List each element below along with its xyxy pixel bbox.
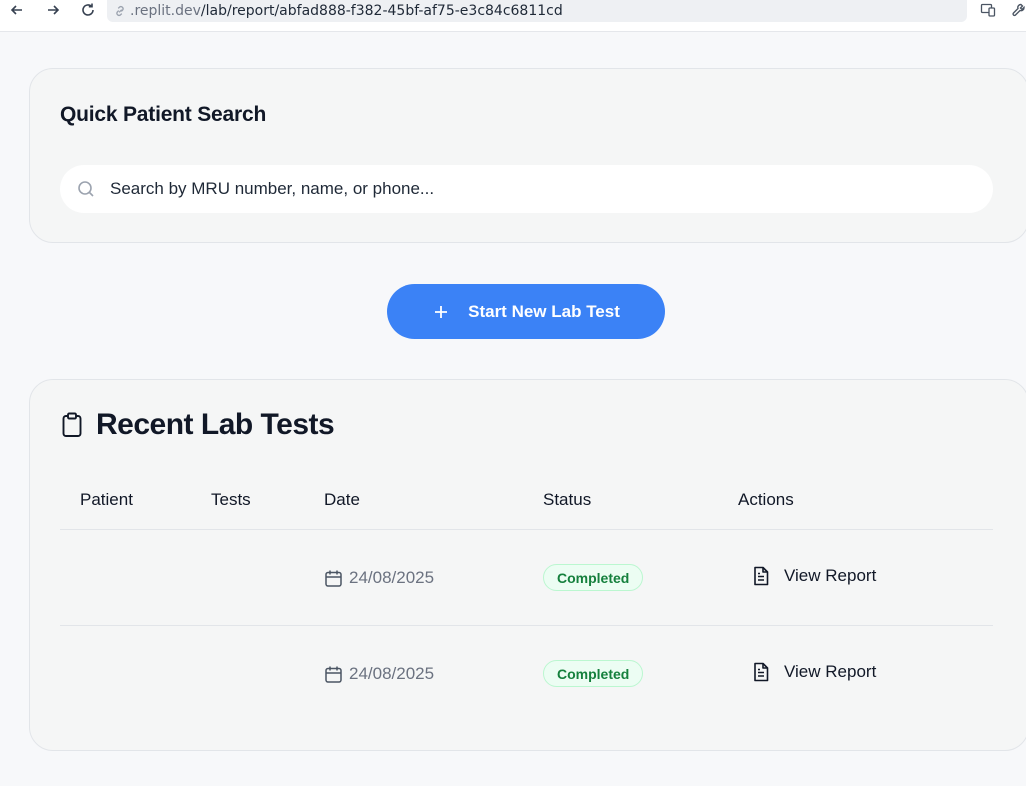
file-text-icon (754, 566, 769, 586)
browser-toolbar: .replit.dev/lab/report/abfad888-f382-45b… (0, 0, 1026, 32)
view-report-label: View Report (784, 662, 877, 681)
table-header: Patient Tests Date Status Actions (60, 476, 993, 530)
quick-search-card: Quick Patient Search (29, 68, 1026, 243)
recent-lab-tests-heading: Recent Lab Tests (60, 408, 335, 442)
view-report-label: View Report (784, 566, 877, 585)
status-badge: Completed (543, 660, 644, 687)
row-date: 24/08/2025 (324, 664, 434, 684)
row-date-text: 24/08/2025 (349, 568, 435, 587)
quick-search-title: Quick Patient Search (60, 103, 267, 126)
start-new-lab-test-label: Start New Lab Test (468, 301, 620, 321)
link-icon (116, 6, 124, 16)
table-row: 24/08/2025 Completed View Report (60, 626, 993, 722)
reload-icon (82, 3, 94, 16)
calendar-icon (325, 570, 342, 587)
column-header-status: Status (543, 490, 592, 509)
start-new-lab-test-button[interactable]: Start New Lab Test (387, 284, 665, 339)
column-header-tests: Tests (211, 490, 251, 509)
calendar-icon (325, 666, 342, 683)
view-report-button[interactable]: View Report (752, 566, 876, 586)
file-text-icon (754, 662, 769, 682)
view-report-button[interactable]: View Report (752, 662, 876, 682)
arrow-left-icon (10, 5, 22, 15)
forward-button[interactable] (42, 0, 64, 20)
wrench-icon (1012, 3, 1025, 17)
recent-lab-tests-title: Recent Lab Tests (96, 408, 335, 441)
url-host: .replit.dev (130, 3, 201, 19)
back-button[interactable] (6, 0, 28, 20)
row-date-text: 24/08/2025 (349, 664, 435, 683)
device-toolbar-button[interactable] (977, 0, 999, 20)
reload-button[interactable] (77, 0, 99, 20)
table-row: 24/08/2025 Completed View Report (60, 530, 993, 626)
recent-lab-tests-card: Recent Lab Tests Patient Tests Date Stat… (29, 379, 1026, 751)
column-header-actions: Actions (738, 490, 794, 509)
arrow-right-icon (48, 5, 60, 15)
row-date: 24/08/2025 (324, 568, 434, 588)
patient-search-box[interactable] (60, 165, 993, 213)
status-badge: Completed (543, 564, 644, 591)
clipboard-icon (62, 412, 82, 437)
address-bar[interactable]: .replit.dev/lab/report/abfad888-f382-45b… (107, 0, 967, 22)
device-icon (980, 3, 996, 17)
url-path: /lab/report/abfad888-f382-45bf-af75-e3c8… (200, 3, 563, 19)
recent-lab-tests-table: Patient Tests Date Status Actions 24/08/… (60, 476, 993, 722)
patient-search-input[interactable] (110, 165, 970, 213)
search-icon (78, 181, 94, 197)
column-header-date: Date (324, 490, 360, 509)
plus-icon (435, 305, 448, 318)
column-header-patient: Patient (80, 490, 133, 509)
devtools-button[interactable] (1008, 0, 1026, 20)
